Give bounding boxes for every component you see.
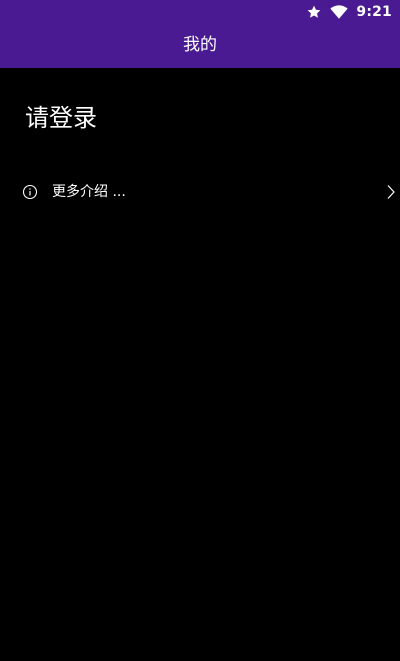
top-bar: 9:21 我的 [0,0,400,68]
app-screen: 9:21 我的 请登录 更多介绍 ... [0,0,400,661]
info-icon [22,184,38,204]
menu-item-more-info[interactable]: 更多介绍 ... [0,172,400,212]
menu-item-label: 更多介绍 ... [52,184,126,200]
status-bar: 9:21 [0,0,400,24]
status-indicators: 9:21 [306,3,392,21]
page-title: 我的 [183,35,217,55]
star-icon [306,4,322,20]
login-prompt[interactable]: 请登录 [25,101,97,135]
wifi-icon [330,4,348,20]
status-time: 9:21 [356,4,392,20]
chevron-right-icon [386,184,396,204]
